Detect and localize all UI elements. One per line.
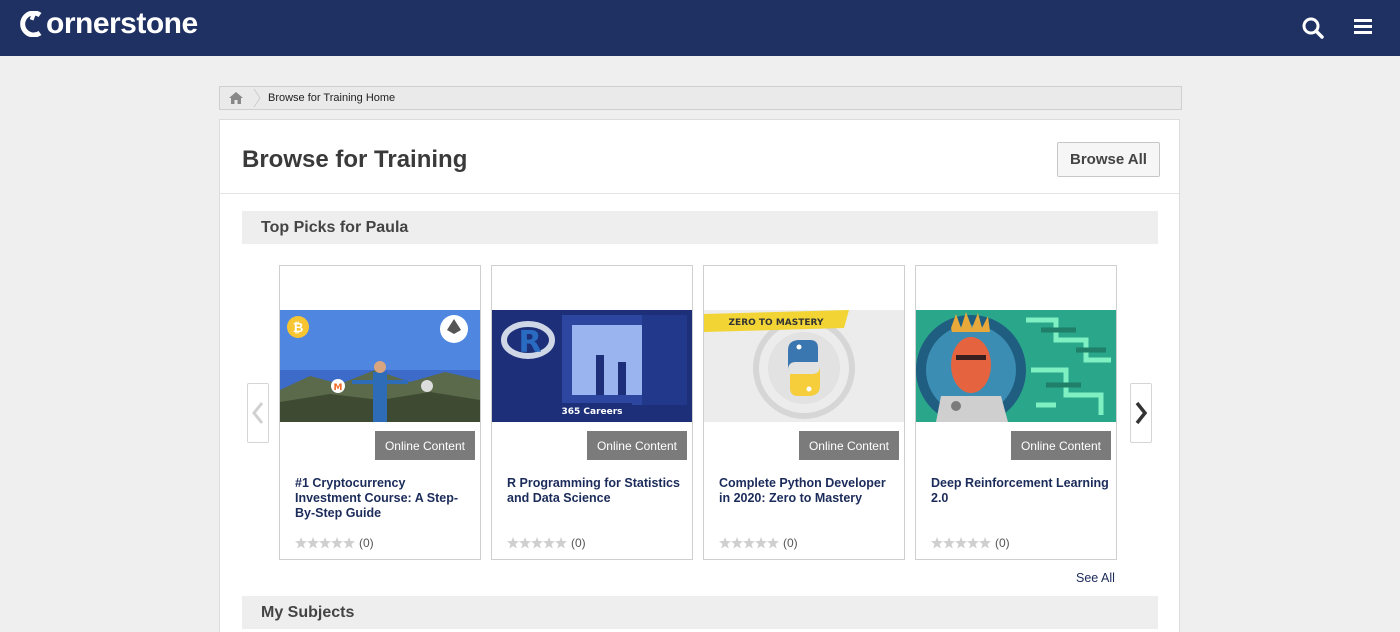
carousel-next-button[interactable] <box>1130 383 1152 443</box>
cornerstone-c-icon <box>20 11 42 37</box>
logo-text: ornerstone <box>46 7 198 40</box>
panel-header: Browse for Training Browse All <box>220 120 1179 194</box>
breadcrumb: Browse for Training Home <box>219 86 1182 110</box>
chevron-left-icon <box>252 402 264 424</box>
page-title: Browse for Training <box>242 146 468 173</box>
browse-all-button[interactable]: Browse All <box>1057 142 1160 177</box>
svg-text:M: M <box>334 383 343 393</box>
chevron-right-icon <box>1135 401 1148 425</box>
course-card[interactable]: ₿ M Online Content #1 Cryptocurrency Inv… <box>279 265 481 560</box>
cornerstone-logo[interactable]: ornerstone <box>20 7 198 41</box>
breadcrumb-item[interactable]: Browse for Training Home <box>262 92 395 104</box>
content-type-badge: Online Content <box>1010 431 1111 460</box>
content-type-badge: Online Content <box>798 431 899 460</box>
star-rating-icon <box>295 537 355 549</box>
course-card[interactable]: ZERO TO MASTERY Online Content Complete … <box>703 265 905 560</box>
thumbnail-caption: 365 Careers <box>561 407 622 417</box>
content-type-badge: Online Content <box>374 431 475 460</box>
rating: (0) <box>931 536 1010 550</box>
python-thumbnail: ZERO TO MASTERY <box>704 310 904 422</box>
hamburger-menu-icon[interactable] <box>1349 14 1377 42</box>
course-title[interactable]: #1 Cryptocurrency Investment Course: A S… <box>295 476 473 521</box>
rating-count: (0) <box>359 536 374 550</box>
rating-count: (0) <box>995 536 1010 550</box>
top-navigation-bar: ornerstone <box>0 0 1400 56</box>
rating: (0) <box>295 536 374 550</box>
thumbnail-caption: ZERO TO MASTERY <box>729 318 824 328</box>
star-rating-icon <box>507 537 567 549</box>
rating-count: (0) <box>571 536 586 550</box>
top-picks-section-header: Top Picks for Paula <box>242 211 1158 244</box>
rating-count: (0) <box>783 536 798 550</box>
carousel-prev-button[interactable] <box>247 383 269 443</box>
course-card[interactable]: R 365 Careers Online Content R Programmi… <box>491 265 693 560</box>
rating: (0) <box>719 536 798 550</box>
see-all-link[interactable]: See All <box>1076 571 1115 585</box>
browse-panel: Browse for Training Browse All Top Picks… <box>219 119 1180 632</box>
course-card[interactable]: Online Content Deep Reinforcement Learni… <box>915 265 1117 560</box>
svg-text:R: R <box>518 325 541 360</box>
crypto-course-thumbnail: ₿ M <box>280 310 480 422</box>
r-programming-thumbnail: R 365 Careers <box>492 310 692 422</box>
svg-text:₿: ₿ <box>293 321 304 336</box>
rating: (0) <box>507 536 586 550</box>
course-title[interactable]: Complete Python Developer in 2020: Zero … <box>719 476 897 506</box>
search-icon[interactable] <box>1299 14 1327 42</box>
content-type-badge: Online Content <box>586 431 687 460</box>
home-icon <box>229 92 243 104</box>
course-title[interactable]: R Programming for Statistics and Data Sc… <box>507 476 685 506</box>
star-rating-icon <box>931 537 991 549</box>
my-subjects-section-header: My Subjects <box>242 596 1158 629</box>
breadcrumb-separator-icon <box>253 88 261 108</box>
course-title[interactable]: Deep Reinforcement Learning 2.0 <box>931 476 1109 506</box>
star-rating-icon <box>719 537 779 549</box>
breadcrumb-home[interactable] <box>220 87 252 109</box>
deep-rl-thumbnail <box>916 310 1116 422</box>
